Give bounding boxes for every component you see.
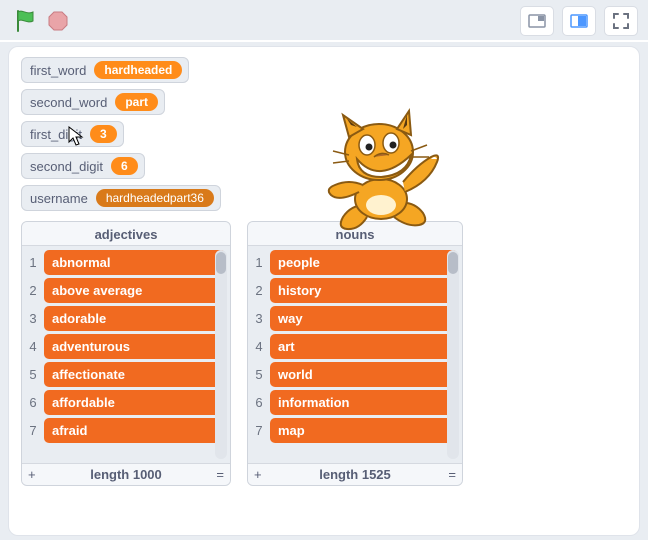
list-item[interactable]: 5world	[252, 362, 458, 387]
monitor-value: 6	[111, 157, 138, 175]
list-add-button[interactable]: +	[28, 467, 36, 482]
toolbar-left	[14, 9, 70, 33]
monitor-label: second_word	[30, 95, 107, 110]
monitor-first-word[interactable]: first_word hardheaded	[21, 57, 189, 83]
monitor-first-digit[interactable]: first_digit 3	[21, 121, 124, 147]
list-header: adjectives	[22, 222, 230, 246]
monitor-label: second_digit	[30, 159, 103, 174]
list-resize-handle[interactable]: =	[448, 467, 456, 482]
monitor-value: part	[115, 93, 158, 111]
list-monitors: adjectives 1abnormal 2above average 3ado…	[21, 221, 627, 486]
monitor-value: hardheaded	[94, 61, 182, 79]
variable-monitors: first_word hardheaded second_word part f…	[21, 57, 221, 211]
list-item[interactable]: 6affordable	[26, 390, 226, 415]
list-item[interactable]: 7afraid	[26, 418, 226, 443]
large-stage-icon	[570, 14, 588, 28]
monitor-second-word[interactable]: second_word part	[21, 89, 165, 115]
fullscreen-icon	[613, 13, 629, 29]
large-stage-button[interactable]	[562, 6, 596, 36]
green-flag-button[interactable]	[14, 9, 38, 33]
toolbar-right	[520, 6, 638, 36]
monitor-second-digit[interactable]: second_digit 6	[21, 153, 145, 179]
list-item[interactable]: 1people	[252, 250, 458, 275]
monitor-username[interactable]: username hardheadedpart36	[21, 185, 221, 211]
list-item[interactable]: 6information	[252, 390, 458, 415]
list-item[interactable]: 2history	[252, 278, 458, 303]
list-item[interactable]: 4art	[252, 334, 458, 359]
list-length-label: length 1000	[90, 467, 162, 482]
monitor-label: first_digit	[30, 127, 82, 142]
list-item[interactable]: 2above average	[26, 278, 226, 303]
scrollbar-thumb[interactable]	[216, 252, 226, 274]
list-resize-handle[interactable]: =	[216, 467, 224, 482]
list-footer: + length 1525 =	[248, 463, 462, 485]
list-item[interactable]: 3way	[252, 306, 458, 331]
green-flag-icon	[15, 9, 37, 33]
scrollbar[interactable]	[447, 250, 459, 459]
stop-button[interactable]	[46, 9, 70, 33]
scrollbar[interactable]	[215, 250, 227, 459]
stop-icon	[47, 10, 69, 32]
stage: first_word hardheaded second_word part f…	[8, 46, 640, 536]
list-item[interactable]: 3adorable	[26, 306, 226, 331]
monitor-label: username	[30, 191, 88, 206]
list-body: 1people 2history 3way 4art 5world 6infor…	[248, 246, 462, 463]
list-length-label: length 1525	[319, 467, 391, 482]
list-item[interactable]: 4adventurous	[26, 334, 226, 359]
list-nouns[interactable]: nouns 1people 2history 3way 4art 5world …	[247, 221, 463, 486]
small-stage-button[interactable]	[520, 6, 554, 36]
list-item[interactable]: 1abnormal	[26, 250, 226, 275]
list-adjectives[interactable]: adjectives 1abnormal 2above average 3ado…	[21, 221, 231, 486]
list-item[interactable]: 5affectionate	[26, 362, 226, 387]
fullscreen-button[interactable]	[604, 6, 638, 36]
list-footer: + length 1000 =	[22, 463, 230, 485]
list-add-button[interactable]: +	[254, 467, 262, 482]
small-stage-icon	[528, 14, 546, 28]
scrollbar-thumb[interactable]	[448, 252, 458, 274]
scratch-cat-sprite[interactable]	[319, 107, 449, 237]
monitor-value: 3	[90, 125, 117, 143]
list-item[interactable]: 7map	[252, 418, 458, 443]
monitor-value: hardheadedpart36	[96, 189, 214, 207]
stage-toolbar	[0, 0, 648, 42]
monitor-label: first_word	[30, 63, 86, 78]
list-body: 1abnormal 2above average 3adorable 4adve…	[22, 246, 230, 463]
